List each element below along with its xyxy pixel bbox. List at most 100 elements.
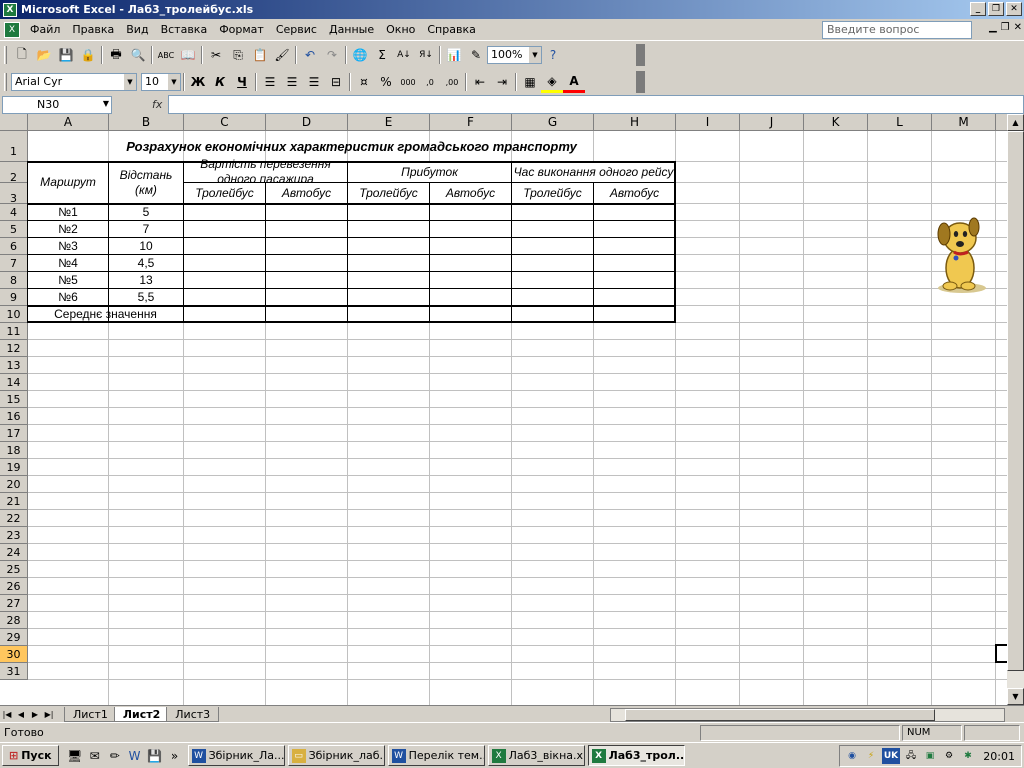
column-header[interactable]: J xyxy=(740,114,804,131)
sort-asc-icon[interactable]: A↓ xyxy=(393,44,415,66)
row-header[interactable]: 14 xyxy=(0,374,28,391)
underline-button[interactable]: Ч xyxy=(231,71,253,93)
bug-icon[interactable]: ✱ xyxy=(960,748,976,764)
subheader-cell[interactable]: Тролейбус xyxy=(348,183,429,203)
sheet-tab-1[interactable]: Лист1 xyxy=(64,706,117,722)
spelling-icon[interactable]: ABC xyxy=(155,44,177,66)
merge-center-icon[interactable]: ⊟ xyxy=(325,71,347,93)
align-center-icon[interactable]: ☰ xyxy=(281,71,303,93)
paste-icon[interactable]: 📋 xyxy=(249,44,271,66)
network-icon[interactable]: 🖧 xyxy=(903,748,919,764)
antivirus-icon[interactable]: ◉ xyxy=(844,748,860,764)
row-header[interactable]: 19 xyxy=(0,459,28,476)
row-header[interactable]: 26 xyxy=(0,578,28,595)
help-icon[interactable]: ? xyxy=(542,44,564,66)
route-cell[interactable]: №5 xyxy=(28,272,108,288)
row-header[interactable]: 29 xyxy=(0,629,28,646)
last-sheet-icon[interactable]: ▶| xyxy=(42,710,56,719)
row-header[interactable]: 13 xyxy=(0,357,28,374)
column-header[interactable]: I xyxy=(676,114,740,131)
outlook-icon[interactable]: ✉ xyxy=(85,746,105,766)
font-color-icon[interactable]: A xyxy=(563,71,585,93)
subheader-cell[interactable]: Автобус xyxy=(266,183,347,203)
task-folder[interactable]: ▭ Збірник_лаб... xyxy=(287,745,385,766)
percent-button[interactable]: % xyxy=(375,71,397,93)
desktop-icon[interactable]: 🖥 xyxy=(65,746,85,766)
permission-icon[interactable]: 🔒 xyxy=(77,44,99,66)
italic-button[interactable]: К xyxy=(209,71,231,93)
active-cell[interactable] xyxy=(995,644,1007,663)
decrease-indent-icon[interactable]: ⇤ xyxy=(469,71,491,93)
task-excel-2[interactable]: X Лаб3_трол... xyxy=(587,745,685,766)
save-icon[interactable]: 💾 xyxy=(145,746,165,766)
column-header[interactable]: A xyxy=(28,114,109,131)
row-header[interactable]: 20 xyxy=(0,476,28,493)
row-header[interactable]: 10 xyxy=(0,306,28,323)
column-header[interactable]: B xyxy=(109,114,184,131)
distance-cell[interactable]: 7 xyxy=(109,221,183,237)
menu-window[interactable]: Окно xyxy=(380,23,421,36)
route-cell[interactable]: №6 xyxy=(28,289,108,305)
copy-icon[interactable]: ⎘ xyxy=(227,44,249,66)
row-header[interactable]: 3 xyxy=(0,183,28,205)
header-route[interactable]: Маршрут xyxy=(28,162,108,203)
scroll-up-icon[interactable]: ▲ xyxy=(1007,114,1024,131)
menu-insert[interactable]: Вставка xyxy=(155,23,214,36)
row-header[interactable]: 8 xyxy=(0,272,28,289)
subheader-cell[interactable]: Тролейбус xyxy=(184,183,265,203)
zoom-select[interactable]: 100% ▼ xyxy=(487,46,542,64)
first-sheet-icon[interactable]: |◀ xyxy=(0,710,14,719)
name-box[interactable]: N30 ▼ xyxy=(2,95,112,114)
average-label[interactable]: Середнє значення xyxy=(28,306,183,322)
thousands-button[interactable]: 000 xyxy=(397,71,419,93)
column-header[interactable]: M xyxy=(932,114,996,131)
worksheet-grid[interactable]: A B C D E F G H I J K L M 1 2 3 4 5 6 7 8 9 10 11 12 13 14 15 16 17 18… xyxy=(0,114,1007,705)
research-icon[interactable]: 📖 xyxy=(177,44,199,66)
scroll-thumb[interactable] xyxy=(625,709,935,721)
ask-question-input[interactable]: Введите вопрос xyxy=(822,21,972,39)
prev-sheet-icon[interactable]: ◀ xyxy=(14,710,28,719)
row-header[interactable]: 7 xyxy=(0,255,28,272)
row-header[interactable]: 31 xyxy=(0,663,28,680)
open-icon[interactable]: 📂 xyxy=(33,44,55,66)
row-header[interactable]: 17 xyxy=(0,425,28,442)
pencil-icon[interactable]: ✏ xyxy=(105,746,125,766)
start-button[interactable]: ⊞ Пуск xyxy=(2,745,59,766)
wb-restore-icon[interactable]: ❐ xyxy=(1001,22,1010,33)
subheader-cell[interactable]: Автобус xyxy=(594,183,675,203)
font-size-select[interactable]: 10 ▼ xyxy=(141,73,181,91)
scroll-down-icon[interactable]: ▼ xyxy=(1007,688,1024,705)
distance-cell[interactable]: 13 xyxy=(109,272,183,288)
row-header[interactable]: 23 xyxy=(0,527,28,544)
currency-icon[interactable]: ¤ xyxy=(353,71,375,93)
chart-wizard-icon[interactable]: 📊 xyxy=(443,44,465,66)
distance-cell[interactable]: 4,5 xyxy=(109,255,183,271)
fill-color-icon[interactable]: ◈ xyxy=(541,71,563,93)
menu-file[interactable]: Файл xyxy=(24,23,66,36)
row-header[interactable]: 15 xyxy=(0,391,28,408)
distance-cell[interactable]: 5 xyxy=(109,204,183,220)
header-time[interactable]: Час виконання одного рейсу xyxy=(512,162,675,182)
row-header[interactable]: 12 xyxy=(0,340,28,357)
toolbar-options-icon[interactable] xyxy=(636,71,645,93)
toolbar-options-icon[interactable] xyxy=(636,44,645,66)
fx-icon[interactable]: fx xyxy=(152,98,162,111)
header-cost[interactable]: Вартість перевезення одного пасажира xyxy=(184,157,347,186)
next-sheet-icon[interactable]: ▶ xyxy=(28,710,42,719)
more-icon[interactable]: » xyxy=(165,746,185,766)
office-assistant-dog[interactable] xyxy=(930,212,994,296)
decrease-decimal-icon[interactable]: ,00 xyxy=(441,71,463,93)
format-painter-icon[interactable]: 🖌 xyxy=(271,44,293,66)
new-icon[interactable]: 🗋 xyxy=(11,44,33,66)
menu-tools[interactable]: Сервис xyxy=(270,23,323,36)
route-cell[interactable]: №4 xyxy=(28,255,108,271)
power-icon[interactable]: ⚡ xyxy=(863,748,879,764)
distance-cell[interactable]: 5,5 xyxy=(109,289,183,305)
workbook-icon[interactable]: X xyxy=(4,21,20,38)
autosum-icon[interactable]: Σ xyxy=(371,44,393,66)
print-icon[interactable]: 🖶 xyxy=(105,44,127,66)
row-header[interactable]: 4 xyxy=(0,204,28,221)
column-header[interactable]: G xyxy=(512,114,594,131)
row-header[interactable]: 27 xyxy=(0,595,28,612)
route-cell[interactable]: №2 xyxy=(28,221,108,237)
